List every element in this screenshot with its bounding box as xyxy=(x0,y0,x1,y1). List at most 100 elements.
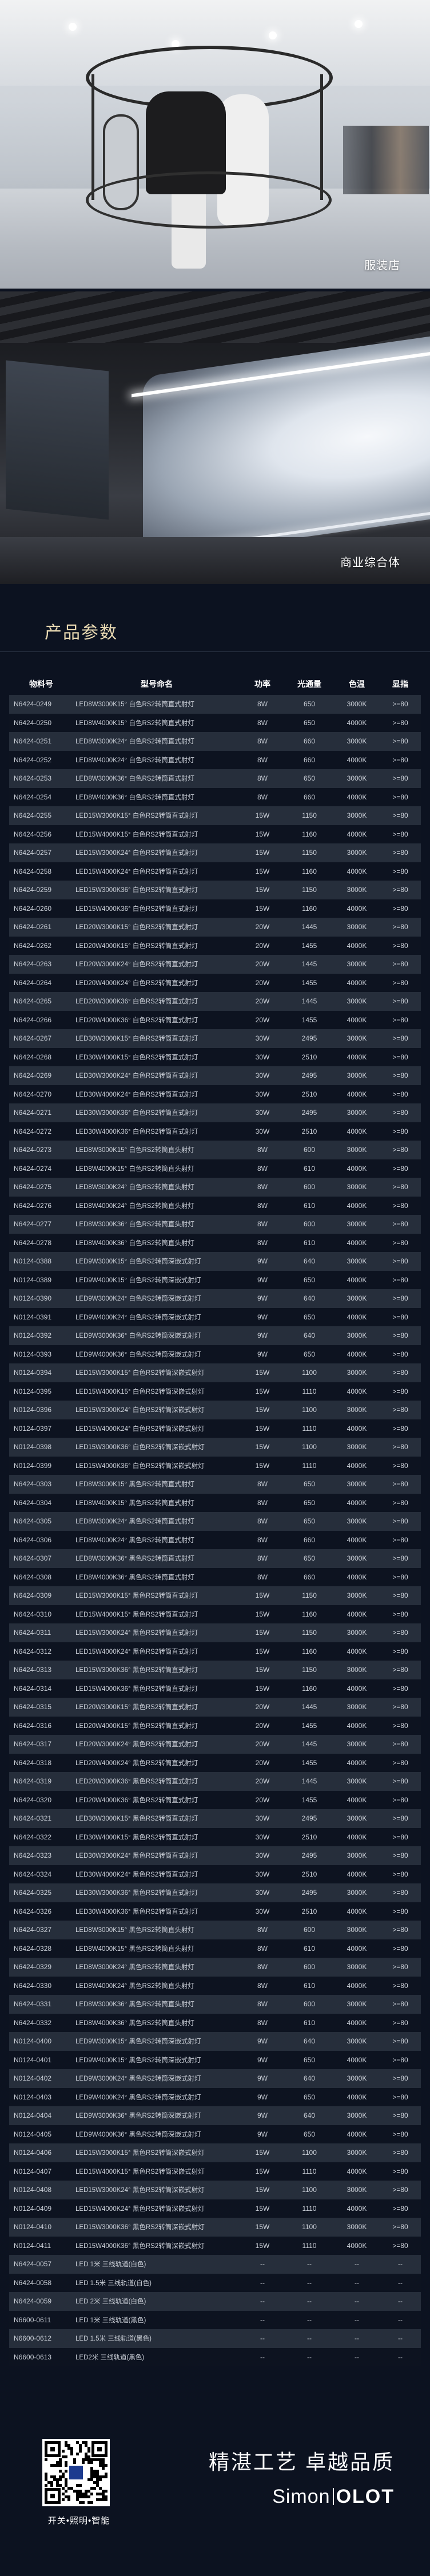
cell-cri: >=80 xyxy=(380,936,421,955)
cell-luminous-flux: 1110 xyxy=(285,1456,334,1475)
qr-module xyxy=(102,2467,105,2470)
cell-power: 15W xyxy=(240,1642,285,1661)
cell-cri: -- xyxy=(380,2255,421,2274)
display-pole xyxy=(91,74,94,200)
cell-power: 8W xyxy=(240,1196,285,1215)
table-row: N6424-0058 LED 1.5米 三线轨道(白色) -- -- -- -- xyxy=(9,2273,421,2292)
cell-cri: >=80 xyxy=(380,713,421,732)
cell-power: 8W xyxy=(240,1475,285,1494)
cell-color-temp: 3000K xyxy=(334,769,380,788)
cell-power: 20W xyxy=(240,955,285,974)
cell-material-no: N6424-0263 xyxy=(9,955,73,974)
cell-cri: >=80 xyxy=(380,769,421,788)
cell-color-temp: 3000K xyxy=(334,1252,380,1271)
cell-model-name: LED9W4000K24° 黑色RS2转筒深嵌式射灯 xyxy=(73,2087,240,2106)
cell-cri: >=80 xyxy=(380,2013,421,2032)
cell-material-no: N0124-0403 xyxy=(9,2087,73,2106)
cell-luminous-flux: 650 xyxy=(285,713,334,732)
cell-cri: >=80 xyxy=(380,1029,421,1048)
cell-color-temp: 3000K xyxy=(334,1846,380,1865)
cell-cri: >=80 xyxy=(380,1902,421,1921)
cell-color-temp: 4000K xyxy=(334,1642,380,1661)
cell-luminous-flux: 1110 xyxy=(285,2199,334,2218)
cell-luminous-flux: 650 xyxy=(285,1493,334,1512)
cell-material-no: N0124-0411 xyxy=(9,2236,73,2255)
cell-cri: >=80 xyxy=(380,899,421,918)
cell-color-temp: 3000K xyxy=(334,1586,380,1605)
cell-color-temp: 3000K xyxy=(334,1066,380,1085)
cell-material-no: N6424-0325 xyxy=(9,1883,73,1902)
cell-model-name: LED8W3000K36° 黑色RS2转筒直头射灯 xyxy=(73,1995,240,2014)
cell-cri: >=80 xyxy=(380,1846,421,1865)
cell-power: 15W xyxy=(240,881,285,899)
table-row: N6424-0261 LED20W3000K15° 白色RS2转筒直式射灯 20W 1… xyxy=(9,918,421,937)
cell-power: -- xyxy=(240,2347,285,2366)
cell-power: 15W xyxy=(240,2236,285,2255)
cell-color-temp: 4000K xyxy=(334,1419,380,1438)
cell-color-temp: 4000K xyxy=(334,2236,380,2255)
cell-cri: >=80 xyxy=(380,1679,421,1698)
table-row: N6424-0308 LED8W4000K36° 黑色RS2转筒直式射灯 8W 660… xyxy=(9,1567,421,1586)
cell-material-no: N6424-0261 xyxy=(9,918,73,937)
cell-model-name: LED20W3000K15° 黑色RS2转筒直式射灯 xyxy=(73,1698,240,1717)
qr-module xyxy=(73,2461,76,2464)
table-row: N6424-0270 LED30W4000K24° 白色RS2转筒直式射灯 30W 2… xyxy=(9,1085,421,1103)
table-row: N6424-0323 LED30W3000K24° 黑色RS2转筒直式射灯 30W 2… xyxy=(9,1846,421,1865)
cell-model-name: LED30W3000K24° 白色RS2转筒直式射灯 xyxy=(73,1066,240,1085)
cell-power: 30W xyxy=(240,1865,285,1883)
cell-model-name: LED15W3000K36° 黑色RS2转筒深嵌式射灯 xyxy=(73,2218,240,2237)
cell-luminous-flux: -- xyxy=(285,2273,334,2292)
cell-cri: >=80 xyxy=(380,2181,421,2199)
cell-color-temp: 3000K xyxy=(334,2069,380,2088)
cell-material-no: N6424-0312 xyxy=(9,1642,73,1661)
cell-luminous-flux: 650 xyxy=(285,1512,334,1531)
divider xyxy=(0,651,430,652)
cell-luminous-flux: 1110 xyxy=(285,2236,334,2255)
cell-cri: >=80 xyxy=(380,862,421,881)
cell-luminous-flux: 600 xyxy=(285,1178,334,1197)
cell-material-no: N6424-0278 xyxy=(9,1233,73,1252)
cell-cri: >=80 xyxy=(380,1307,421,1326)
cell-model-name: LED15W3000K24° 白色RS2转筒深嵌式射灯 xyxy=(73,1401,240,1419)
cell-cri: >=80 xyxy=(380,1661,421,1679)
cell-model-name: LED20W3000K24° 黑色RS2转筒直式射灯 xyxy=(73,1735,240,1754)
table-row: N0124-0402 LED9W3000K24° 黑色RS2转筒深嵌式射灯 9W 64… xyxy=(9,2069,421,2088)
cell-color-temp: 4000K xyxy=(334,1753,380,1772)
cell-power: 30W xyxy=(240,1902,285,1921)
cell-color-temp: 4000K xyxy=(334,1865,380,1883)
cell-cri: >=80 xyxy=(380,1827,421,1846)
cell-cri: >=80 xyxy=(380,1122,421,1141)
table-row: N6424-0258 LED15W4000K24° 白色RS2转筒直式射灯 15W 1… xyxy=(9,862,421,881)
cell-power: 30W xyxy=(240,1883,285,1902)
cell-power: 20W xyxy=(240,1698,285,1717)
cell-color-temp: 3000K xyxy=(334,1363,380,1382)
cell-color-temp: 3000K xyxy=(334,1698,380,1717)
cell-power: 8W xyxy=(240,1178,285,1197)
cell-luminous-flux: 2495 xyxy=(285,1029,334,1048)
table-row: N0124-0401 LED9W4000K15° 黑色RS2转筒深嵌式射灯 9W 65… xyxy=(9,2050,421,2069)
table-row: N6424-0274 LED8W4000K15° 白色RS2转筒直头射灯 8W 610… xyxy=(9,1159,421,1178)
table-row: N0124-0393 LED9W4000K36° 白色RS2转筒深嵌式射灯 9W 65… xyxy=(9,1345,421,1363)
cell-power: 8W xyxy=(240,1141,285,1159)
qr-finder xyxy=(45,2488,61,2504)
table-row: N6424-0267 LED30W3000K15° 白色RS2转筒直式射灯 30W 2… xyxy=(9,1029,421,1048)
cell-color-temp: 3000K xyxy=(334,1772,380,1791)
display-ring-bottom xyxy=(86,171,332,229)
cell-power: 8W xyxy=(240,1567,285,1586)
cell-cri: >=80 xyxy=(380,1883,421,1902)
cell-cri: >=80 xyxy=(380,2050,421,2069)
cell-luminous-flux: 640 xyxy=(285,1326,334,1345)
cell-model-name: LED9W4000K15° 白色RS2转筒深嵌式射灯 xyxy=(73,1270,240,1289)
qr-module xyxy=(59,2478,62,2481)
table-row: N6424-0257 LED15W3000K24° 白色RS2转筒直式射灯 15W 1… xyxy=(9,843,421,862)
clothing-rack xyxy=(343,126,429,194)
cell-power: 8W xyxy=(240,1958,285,1977)
cell-cri: >=80 xyxy=(380,1549,421,1568)
cell-material-no: N6424-0314 xyxy=(9,1679,73,1698)
cell-material-no: N6424-0311 xyxy=(9,1623,73,1642)
cell-cri: >=80 xyxy=(380,1530,421,1549)
qr-module xyxy=(90,2493,93,2495)
cell-luminous-flux: 1160 xyxy=(285,1642,334,1661)
cell-color-temp: 3000K xyxy=(334,2218,380,2237)
qr-module xyxy=(93,2487,96,2490)
